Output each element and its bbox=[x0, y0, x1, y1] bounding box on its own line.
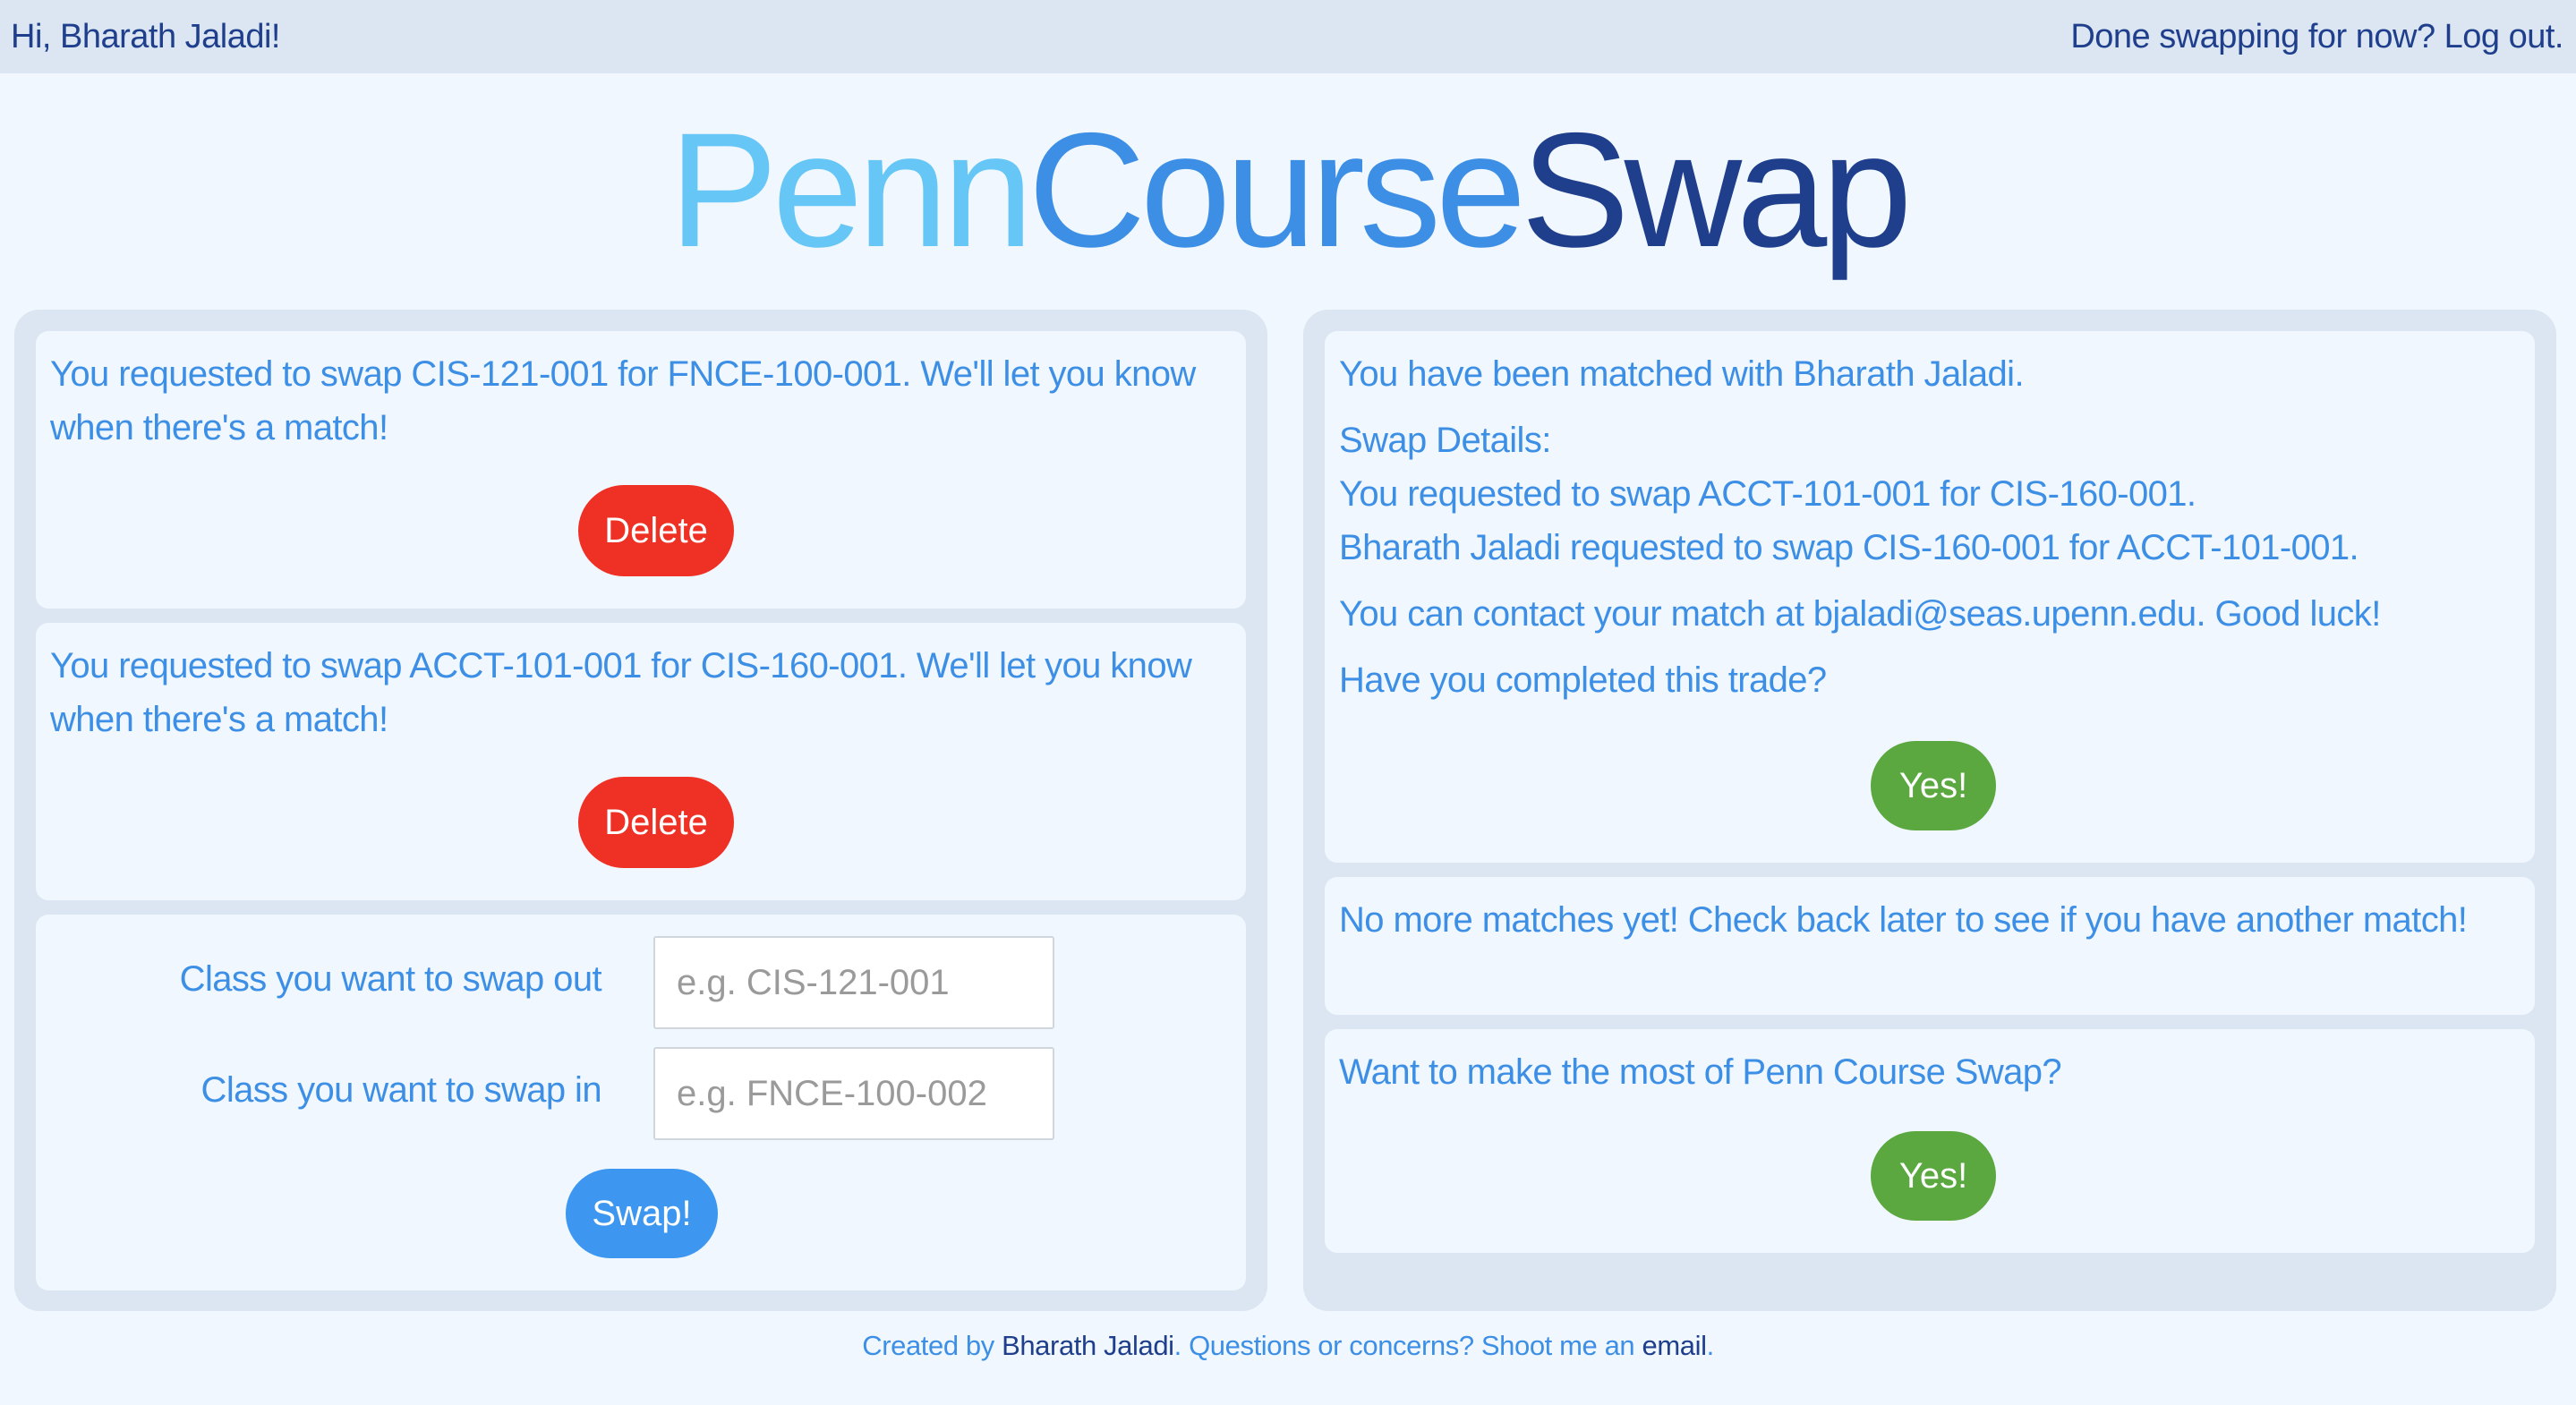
author-link[interactable]: Bharath Jaladi bbox=[1002, 1330, 1174, 1361]
logo-part-swap: Swap bbox=[1521, 98, 1912, 281]
swap-details-heading: Swap Details: bbox=[1339, 421, 1551, 460]
requests-panel: You requested to swap CIS-121-001 for FN… bbox=[14, 310, 1267, 1311]
contact-info: You can contact your match at bjaladi@se… bbox=[1339, 594, 2381, 634]
swap-out-input[interactable] bbox=[653, 936, 1054, 1029]
swap-out-label: Class you want to swap out bbox=[179, 959, 602, 999]
trade-question: Have you completed this trade? bbox=[1339, 660, 1827, 700]
no-more-matches-text: No more matches yet! Check back later to… bbox=[1339, 900, 2468, 940]
logo-part-penn: Penn bbox=[669, 98, 1033, 281]
footer-suffix: . bbox=[1706, 1330, 1715, 1361]
trade-complete-yes-button[interactable]: Yes! bbox=[1871, 741, 1996, 830]
footer-prefix: Created by bbox=[862, 1330, 1002, 1361]
logo-part-course: Course bbox=[1028, 98, 1527, 281]
email-link[interactable]: email bbox=[1642, 1330, 1706, 1361]
top-bar: Hi, Bharath Jaladi! Done swapping for no… bbox=[0, 0, 2576, 73]
site-logo: PennCourseSwap bbox=[0, 100, 2576, 279]
greeting-text: Hi, Bharath Jaladi! bbox=[11, 17, 281, 55]
promo-text: Want to make the most of Penn Course Swa… bbox=[1339, 1052, 2062, 1092]
request-text: You requested to swap ACCT-101-001 for C… bbox=[50, 646, 1192, 739]
swap-form: Class you want to swap out Class you wan… bbox=[36, 915, 1246, 1290]
delete-button[interactable]: Delete bbox=[578, 485, 734, 576]
no-more-matches-card: No more matches yet! Check back later to… bbox=[1325, 877, 2535, 1015]
match-card: You have been matched with Bharath Jalad… bbox=[1325, 331, 2535, 863]
your-request-detail: You requested to swap ACCT-101-001 for C… bbox=[1339, 474, 2196, 514]
logout-link[interactable]: Done swapping for now? Log out. bbox=[2070, 18, 2563, 56]
footer-middle: . Questions or concerns? Shoot me an bbox=[1173, 1330, 1642, 1361]
their-request-detail: Bharath Jaladi requested to swap CIS-160… bbox=[1339, 528, 2359, 567]
promo-card: Want to make the most of Penn Course Swa… bbox=[1325, 1029, 2535, 1253]
match-heading: You have been matched with Bharath Jalad… bbox=[1339, 354, 2025, 394]
footer: Created by Bharath Jaladi. Questions or … bbox=[0, 1330, 2576, 1362]
swap-in-label: Class you want to swap in bbox=[200, 1070, 602, 1110]
request-card: You requested to swap ACCT-101-001 for C… bbox=[36, 623, 1246, 900]
request-text: You requested to swap CIS-121-001 for FN… bbox=[50, 354, 1196, 447]
request-card: You requested to swap CIS-121-001 for FN… bbox=[36, 331, 1246, 609]
matches-panel: You have been matched with Bharath Jalad… bbox=[1303, 310, 2556, 1311]
swap-button[interactable]: Swap! bbox=[566, 1169, 718, 1258]
delete-button[interactable]: Delete bbox=[578, 777, 734, 868]
promo-yes-button[interactable]: Yes! bbox=[1871, 1131, 1996, 1221]
swap-in-input[interactable] bbox=[653, 1047, 1054, 1140]
